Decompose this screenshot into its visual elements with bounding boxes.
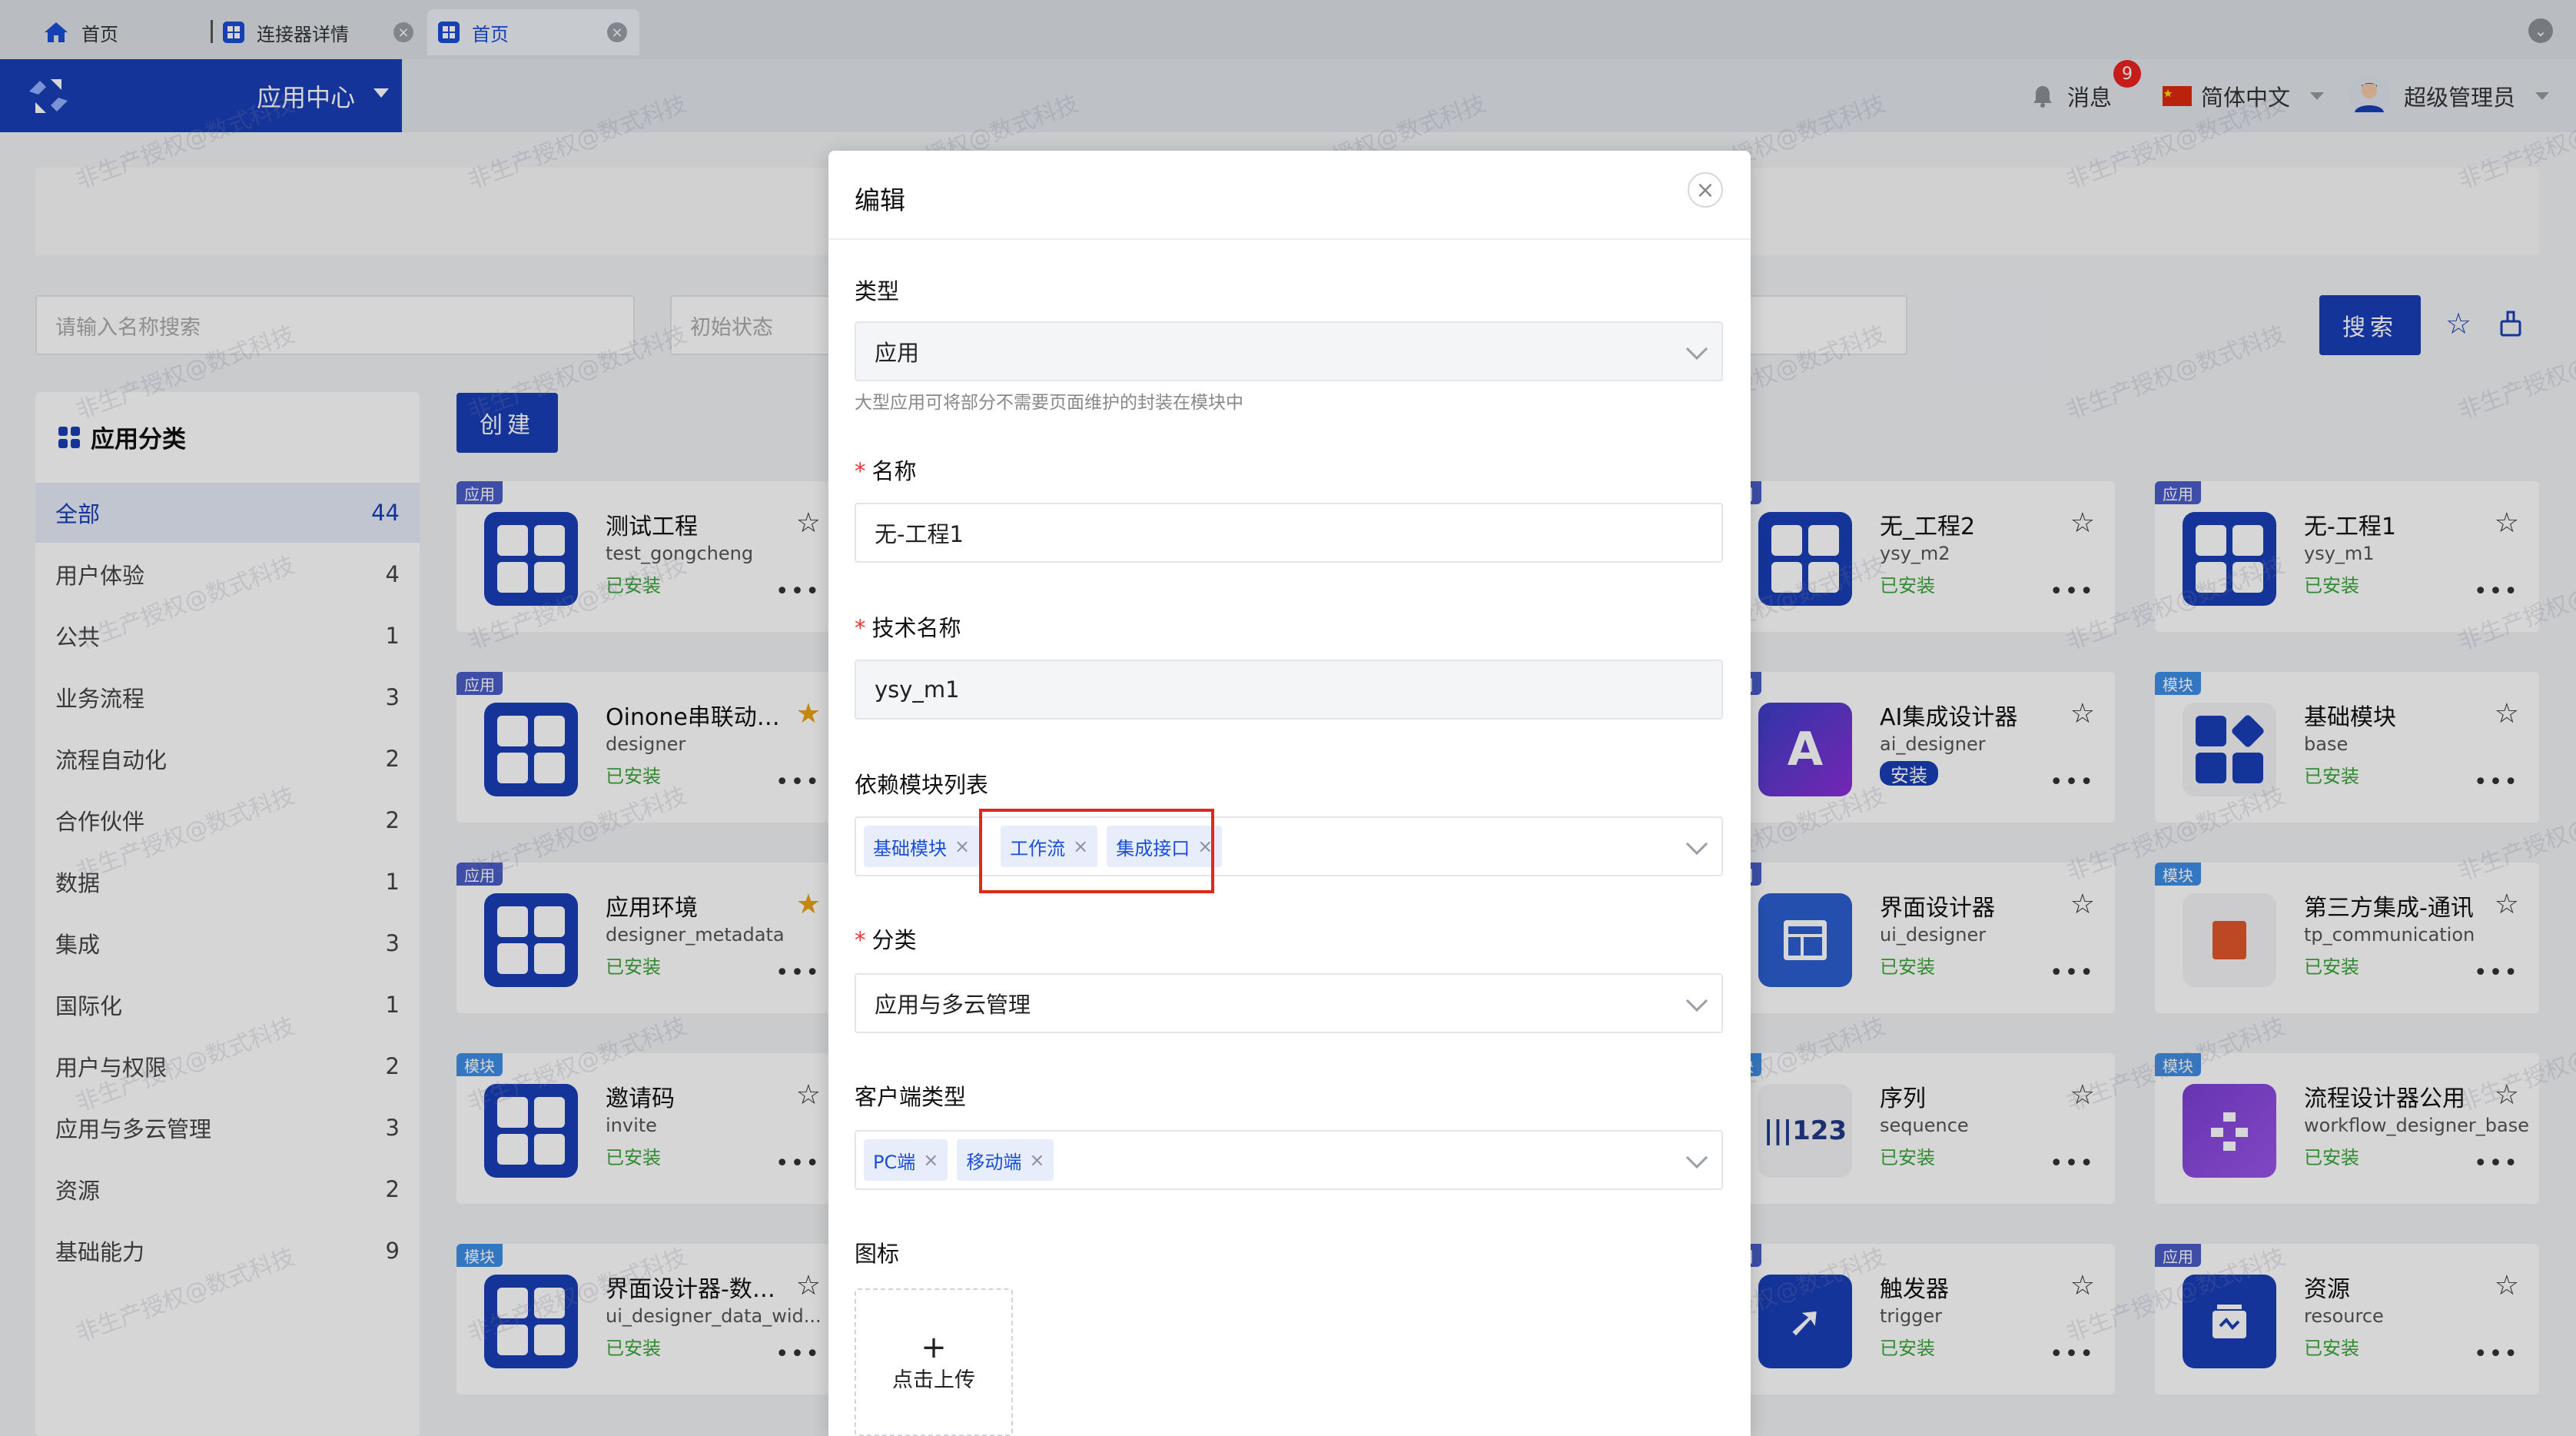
upload-label: 点击上传 — [892, 1368, 975, 1392]
upload-button[interactable]: + 点击上传 — [855, 1288, 1013, 1436]
tech-name-label-text: 技术名称 — [871, 615, 961, 641]
dep-chip-label: 基础模块 — [873, 837, 947, 859]
name-input[interactable]: 无-工程1 — [855, 503, 1723, 563]
icon-label: 图标 — [855, 1241, 900, 1267]
chevron-down-icon — [1685, 337, 1708, 361]
tech-name-input[interactable]: ysy_m1 — [855, 660, 1723, 720]
close-icon[interactable]: × — [954, 836, 970, 857]
name-value: 无-工程1 — [875, 521, 964, 547]
tech-name-label: * 技术名称 — [855, 610, 961, 643]
category-label: * 分类 — [855, 922, 917, 955]
highlight-box — [979, 809, 1214, 893]
client-type-multiselect[interactable]: PC端 × 移动端 × — [855, 1130, 1723, 1190]
required-mark: * — [855, 927, 866, 953]
tech-name-value: ysy_m1 — [875, 676, 960, 703]
category-label-text: 分类 — [871, 927, 917, 953]
plus-icon: + — [921, 1329, 947, 1365]
client-type-label: 客户端类型 — [855, 1084, 967, 1110]
name-label-text: 名称 — [871, 458, 917, 484]
required-mark: * — [855, 615, 866, 641]
edit-modal: 编辑 × 类型 应用 大型应用可将部分不需要页面维护的封装在模块中 * 名称 无-… — [828, 151, 1751, 1436]
client-chip: 移动端 × — [957, 1139, 1054, 1181]
close-icon[interactable]: × — [923, 1149, 938, 1171]
divider — [828, 238, 1751, 240]
required-mark: * — [855, 458, 866, 484]
type-select[interactable]: 应用 — [855, 321, 1723, 381]
close-icon[interactable]: × — [1688, 172, 1723, 208]
chevron-down-icon — [1685, 833, 1708, 856]
type-hint: 大型应用可将部分不需要页面维护的封装在模块中 — [855, 393, 1243, 413]
name-label: * 名称 — [855, 454, 917, 486]
dep-chip: 基础模块 × — [864, 826, 980, 867]
chevron-down-icon — [1685, 1146, 1708, 1169]
type-label: 类型 — [855, 278, 900, 304]
category-value: 应用与多云管理 — [875, 992, 1031, 1018]
category-select[interactable]: 应用与多云管理 — [855, 973, 1723, 1033]
type-value: 应用 — [875, 340, 920, 366]
client-chip-label: 移动端 — [966, 1151, 1022, 1173]
deps-label: 依赖模块列表 — [855, 772, 989, 798]
client-chip-label: PC端 — [873, 1151, 916, 1173]
chevron-down-icon — [1685, 989, 1708, 1012]
close-icon[interactable]: × — [1029, 1149, 1044, 1171]
modal-title: 编辑 — [855, 185, 905, 215]
client-chip: PC端 × — [864, 1139, 948, 1181]
